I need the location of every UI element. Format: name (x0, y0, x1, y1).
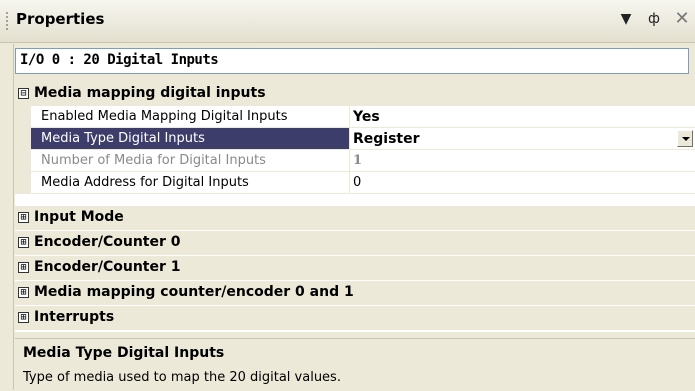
property-grid: ⊟ Media mapping digital inputs Enabled M… (15, 82, 695, 332)
category-label: Media mapping digital inputs (34, 85, 266, 101)
panel-divider (13, 44, 14, 390)
property-name: Enabled Media Mapping Digital Inputs (41, 109, 288, 124)
category-label: Media mapping counter/encoder 0 and 1 (34, 284, 354, 300)
property-name: Media Type Digital Inputs (41, 131, 205, 146)
title-bar-buttons: ▼ ф ✕ (617, 8, 691, 30)
property-value-cell: 1 (350, 150, 695, 172)
property-value-cell[interactable]: Yes (350, 106, 695, 128)
category-encoder-counter-1[interactable]: ⊞ Encoder/Counter 1 (15, 256, 695, 280)
property-value-dropdown[interactable]: Register (350, 128, 695, 150)
category-input-mode[interactable]: ⊞ Input Mode (15, 206, 695, 230)
category-interrupts[interactable]: ⊞ Interrupts (15, 306, 695, 330)
property-value: Yes (353, 109, 380, 125)
pin-icon[interactable]: ф (645, 8, 663, 30)
row-gutter (15, 150, 31, 172)
property-value-cell[interactable]: 0 (350, 172, 695, 194)
property-value: 1 (353, 153, 363, 168)
category-label: Encoder/Counter 1 (34, 259, 181, 275)
chevron-down-icon[interactable] (677, 130, 693, 147)
row-gutter (15, 172, 31, 194)
property-value: 0 (353, 175, 362, 190)
category-label: Encoder/Counter 0 (34, 234, 181, 250)
property-row-number-of-media: Number of Media for Digital Inputs 1 (15, 150, 695, 172)
category-encoder-counter-0[interactable]: ⊞ Encoder/Counter 0 (15, 231, 695, 255)
expand-icon[interactable]: ⊞ (18, 287, 29, 298)
expand-icon[interactable]: ⊞ (18, 262, 29, 273)
category-label: Input Mode (34, 209, 124, 225)
property-row-enabled-media-mapping[interactable]: Enabled Media Mapping Digital Inputs Yes (15, 106, 695, 128)
collapse-icon[interactable]: ⊟ (18, 88, 29, 99)
row-gutter (15, 106, 31, 128)
description-pane: Media Type Digital Inputs Type of media … (15, 338, 695, 391)
dropdown-arrow-icon[interactable]: ▼ (617, 8, 635, 30)
properties-panel: Properties ▼ ф ✕ I/O 0 : 20 Digital Inpu… (0, 0, 695, 390)
panel-title-bar[interactable]: Properties ▼ ф ✕ (0, 0, 695, 43)
property-name-cell[interactable]: Media Type Digital Inputs (31, 128, 350, 150)
description-text: Type of media used to map the 20 digital… (23, 370, 341, 385)
property-name-cell[interactable]: Enabled Media Mapping Digital Inputs (31, 106, 350, 128)
property-value: Register (353, 131, 420, 147)
description-title: Media Type Digital Inputs (23, 345, 225, 361)
close-icon[interactable]: ✕ (673, 8, 691, 30)
property-name-cell[interactable]: Media Address for Digital Inputs (31, 172, 350, 194)
expand-icon[interactable]: ⊞ (18, 212, 29, 223)
property-name: Media Address for Digital Inputs (41, 175, 249, 190)
object-selector[interactable]: I/O 0 : 20 Digital Inputs (15, 48, 689, 74)
category-media-mapping-counter-encoder[interactable]: ⊞ Media mapping counter/encoder 0 and 1 (15, 281, 695, 305)
property-row-media-address[interactable]: Media Address for Digital Inputs 0 (15, 172, 695, 194)
expand-icon[interactable]: ⊞ (18, 237, 29, 248)
category-label: Interrupts (34, 309, 115, 325)
property-name-cell: Number of Media for Digital Inputs (31, 150, 350, 172)
property-name: Number of Media for Digital Inputs (41, 153, 266, 168)
property-row-media-type[interactable]: Media Type Digital Inputs Register (15, 128, 695, 150)
drag-grip-icon[interactable] (6, 12, 8, 30)
category-media-mapping-digital-inputs[interactable]: ⊟ Media mapping digital inputs (15, 82, 695, 106)
panel-title: Properties (16, 10, 105, 28)
expand-icon[interactable]: ⊞ (18, 312, 29, 323)
object-selector-value: I/O 0 : 20 Digital Inputs (20, 52, 219, 68)
row-gutter (15, 128, 31, 150)
